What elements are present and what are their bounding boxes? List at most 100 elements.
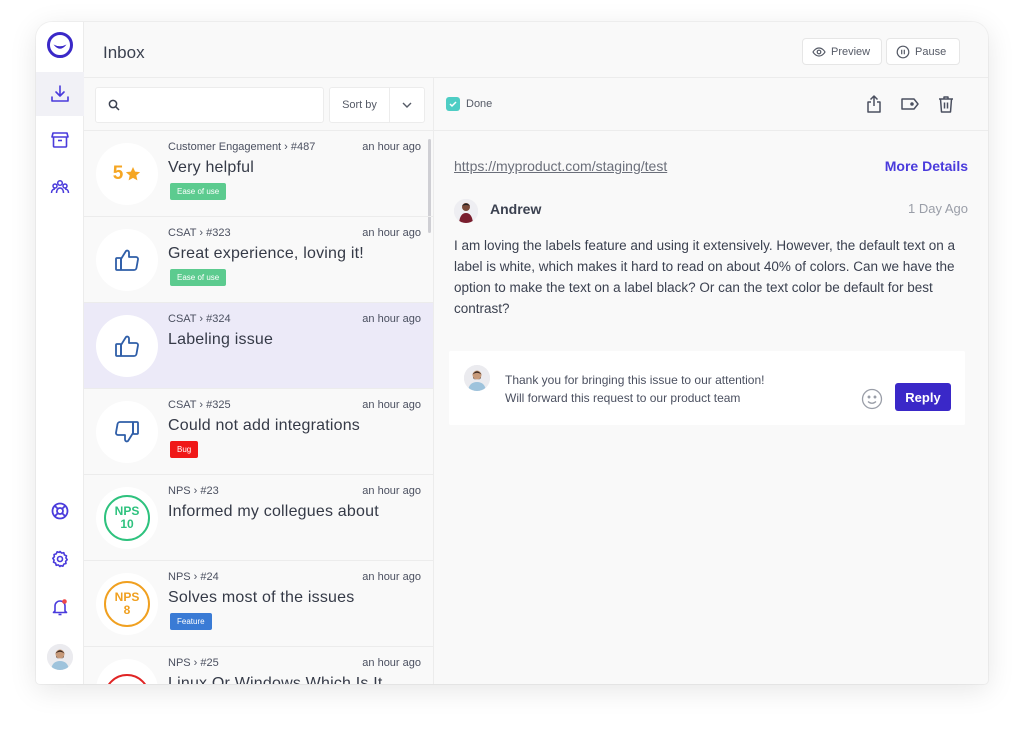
sidebar-item-team[interactable] (36, 165, 84, 209)
item-time: an hour ago (362, 657, 421, 669)
detail-toolbar: Done (434, 78, 988, 131)
emoji-picker-icon[interactable] (861, 388, 883, 410)
more-details-link[interactable]: More Details (885, 158, 968, 174)
list-toolbar: Sort by (84, 78, 433, 131)
score-badge (96, 229, 158, 291)
sidebar (36, 22, 84, 684)
item-time: an hour ago (362, 399, 421, 411)
sidebar-item-settings[interactable] (36, 537, 84, 581)
score-badge (96, 401, 158, 463)
reply-input[interactable]: Thank you for bringing this issue to our… (505, 371, 845, 411)
message-timestamp: 1 Day Ago (908, 201, 968, 216)
chevron-down-icon (402, 102, 412, 108)
search-box[interactable] (95, 87, 324, 123)
sort-chevron-button[interactable] (390, 101, 424, 109)
sidebar-item-archive[interactable] (36, 118, 84, 162)
user-avatar[interactable] (47, 644, 73, 670)
list-item[interactable]: CSAT › #323 an hour ago Great experience… (84, 217, 433, 303)
star-score-value: 5 (112, 163, 124, 184)
item-tag: Bug (170, 441, 199, 458)
lifebuoy-icon (51, 502, 69, 520)
feedback-message: I am loving the labels feature and using… (454, 238, 956, 316)
item-title: Linux Or Windows Which Is It (168, 675, 383, 684)
page-title: Inbox (103, 43, 145, 62)
item-title: Could not add integrations (168, 417, 360, 434)
nps-ring: NPS (104, 674, 150, 684)
item-time: an hour ago (362, 313, 421, 325)
search-input[interactable] (128, 98, 323, 112)
pause-button[interactable]: Pause (886, 38, 960, 65)
author-avatar (454, 199, 478, 223)
item-title: Solves most of the issues (168, 589, 355, 606)
score-badge: NPS 8 (96, 573, 158, 635)
list-item[interactable]: NPS 8 NPS › #24 an hour ago Solves most … (84, 561, 433, 647)
agent-avatar (464, 365, 490, 391)
nps-ring: NPS 10 (104, 495, 150, 541)
source-url-link[interactable]: https://myproduct.com/staging/test (454, 158, 667, 174)
checkbox-checked-icon (446, 97, 460, 111)
done-checkbox[interactable]: Done (446, 97, 492, 111)
sort-dropdown[interactable]: Sort by (329, 87, 425, 123)
sidebar-item-support[interactable] (36, 489, 84, 533)
item-title: Informed my collegues about (168, 503, 379, 520)
bell-icon (52, 599, 68, 616)
search-icon (108, 99, 120, 111)
item-meta: CSAT › #323 (168, 227, 231, 239)
score-badge: NPS 10 (96, 487, 158, 549)
star-icon (126, 167, 141, 181)
trash-icon[interactable] (936, 94, 956, 114)
item-title: Very helpful (168, 159, 255, 176)
user-avatar-image (47, 644, 73, 670)
item-time: an hour ago (362, 227, 421, 239)
tag-icon[interactable] (900, 94, 920, 114)
item-meta: NPS › #25 (168, 657, 219, 669)
app-logo-icon[interactable] (46, 31, 74, 59)
download-tray-icon (51, 85, 69, 102)
pause-circle-icon (896, 45, 910, 58)
thumbs-down-icon (115, 421, 139, 443)
item-meta: CSAT › #324 (168, 313, 231, 325)
nps-score: 10 (120, 517, 134, 531)
nps-score: 8 (123, 603, 131, 617)
item-meta: NPS › #24 (168, 571, 219, 583)
thumbs-up-icon (115, 335, 139, 357)
sidebar-item-notifications[interactable] (36, 585, 84, 629)
item-meta: CSAT › #325 (168, 399, 231, 411)
pause-label: Pause (915, 45, 947, 58)
item-title: Great experience, loving it! (168, 245, 364, 262)
item-time: an hour ago (362, 485, 421, 497)
thumbs-up-icon (115, 249, 139, 271)
people-group-icon (50, 179, 70, 194)
list-item-selected[interactable]: CSAT › #324 an hour ago Labeling issue (84, 303, 433, 389)
item-time: an hour ago (362, 141, 421, 153)
feedback-detail-panel: Done https://myproduct.com/staging/test … (434, 78, 988, 684)
list-item[interactable]: CSAT › #325 an hour ago Could not add in… (84, 389, 433, 475)
item-meta: Customer Engagement › #487 (168, 141, 316, 153)
reply-button[interactable]: Reply (895, 383, 951, 411)
item-meta: NPS › #23 (168, 485, 219, 497)
header: Inbox Preview Pause (84, 22, 988, 78)
feedback-list: 5 Customer Engagement › #487 an hour ago… (84, 131, 433, 684)
list-item[interactable]: NPS NPS › #25 an hour ago Linux Or Windo… (84, 647, 433, 684)
sidebar-item-inbox[interactable] (36, 72, 84, 116)
feedback-list-panel: Sort by 5 Customer Engagement › #487 an … (84, 78, 434, 684)
list-item[interactable]: 5 Customer Engagement › #487 an hour ago… (84, 131, 433, 217)
sort-label: Sort by (330, 88, 390, 122)
app-window: Inbox Preview Pause Sort by 5 Customer E… (36, 22, 988, 684)
preview-label: Preview (831, 45, 871, 58)
author-name: Andrew (490, 201, 542, 217)
score-badge: 5 (96, 143, 158, 205)
score-badge (96, 315, 158, 377)
item-tag: Feature (170, 613, 212, 630)
item-tag: Ease of use (170, 269, 227, 286)
list-item[interactable]: NPS 10 NPS › #23 an hour ago Informed my… (84, 475, 433, 561)
preview-button[interactable]: Preview (802, 38, 882, 65)
reply-composer: Thank you for bringing this issue to our… (449, 351, 965, 425)
item-tag: Ease of use (170, 183, 227, 200)
share-icon[interactable] (864, 94, 884, 114)
score-badge: NPS (96, 659, 158, 684)
nps-ring: NPS 8 (104, 581, 150, 627)
gear-icon (52, 550, 68, 568)
archive-box-icon (51, 132, 69, 148)
item-title: Labeling issue (168, 331, 274, 348)
